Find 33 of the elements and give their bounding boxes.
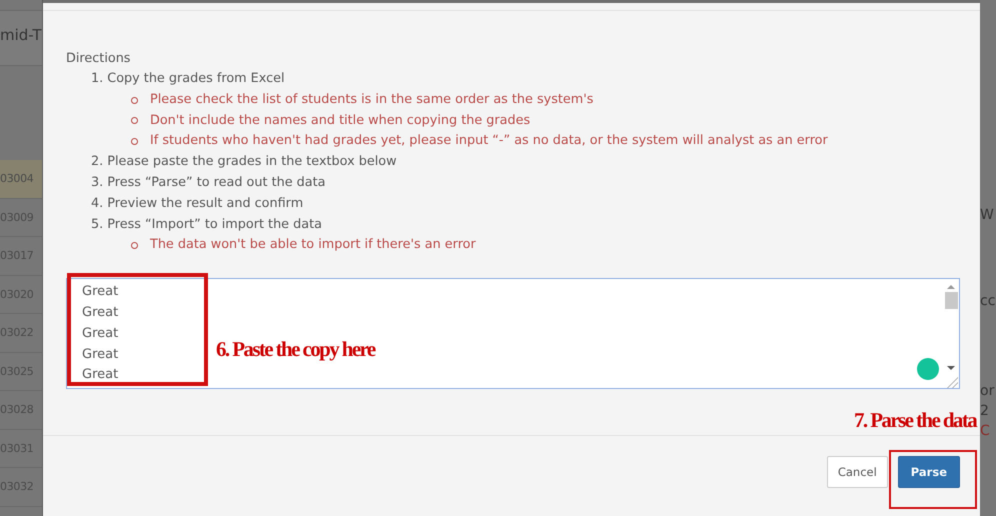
step-text: 4. Preview the result and confirm — [90, 194, 304, 213]
text-line: Great — [82, 366, 118, 384]
annotation-text: 6. Paste the copy here — [216, 337, 375, 362]
text-line: Great — [82, 304, 118, 322]
column-header: mid-T — [0, 26, 42, 44]
bullet-icon — [131, 117, 138, 124]
text-line: Great — [82, 346, 118, 364]
text-fragment: W — [980, 206, 995, 224]
text-fragment: cc — [980, 292, 996, 310]
annotation-text: 7. Parse the data — [854, 408, 976, 433]
cancel-button[interactable]: Cancel — [826, 456, 888, 488]
bullet-icon — [131, 138, 138, 146]
table-cell: 03004 — [0, 160, 42, 198]
step-text: 1. Copy the grades from Excel — [90, 70, 286, 88]
note-text: Please check the list of students is in the same order as the system's — [150, 90, 594, 109]
text-line: Great — [82, 283, 118, 302]
text-line: Great — [82, 324, 118, 343]
step-text: 3. Press “Parse” to read out the data — [90, 174, 326, 192]
text-fragment: C — [980, 422, 991, 440]
scroll-thumb[interactable] — [944, 292, 958, 310]
bullet-icon — [131, 242, 138, 250]
directions-title: Directions — [66, 50, 132, 68]
step-text: 5. Press “Import” to import the data — [90, 216, 323, 234]
text-fragment: or — [980, 382, 996, 400]
parse-button[interactable]: Parse — [898, 456, 960, 488]
note-text: If students who haven't had grades yet, please input “-” as no data, or the system will analyst as an error — [150, 132, 828, 150]
assistant-icon[interactable] — [917, 358, 939, 380]
bullet-icon — [131, 96, 138, 104]
step-text: 2. Please paste the grades in the textbox below — [90, 153, 398, 172]
scroll-down-icon[interactable] — [947, 366, 955, 370]
note-text: Don't include the names and title when copying the grades — [150, 112, 530, 130]
text-fragment: 2 — [980, 402, 990, 420]
note-text: The data won't be able to import if there's an error — [150, 236, 476, 254]
